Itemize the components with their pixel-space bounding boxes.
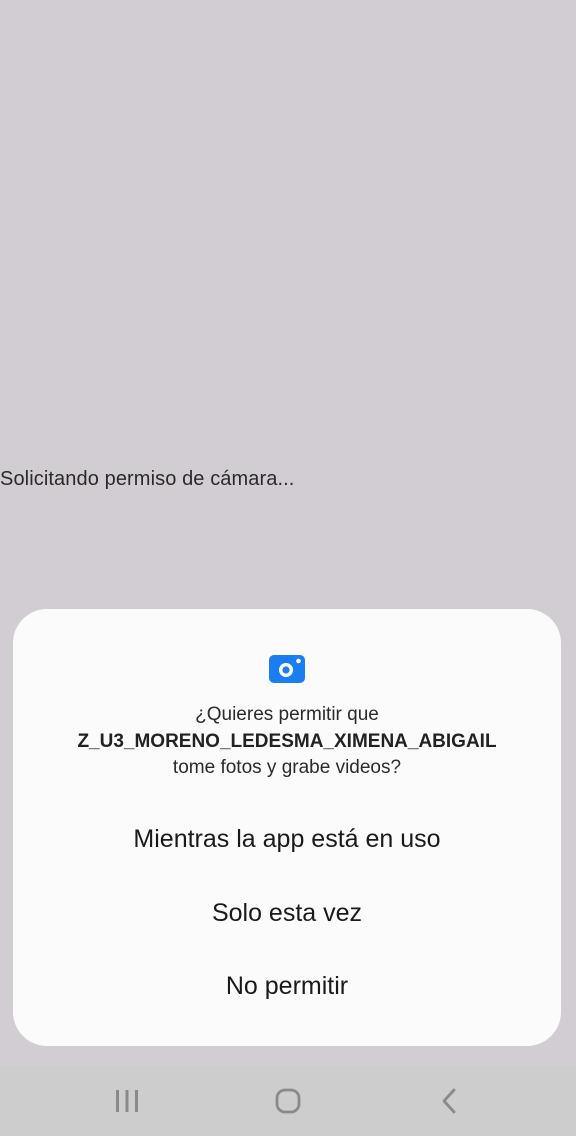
permission-prompt: ¿Quieres permitir que Z_U3_MORENO_LEDESM… (13, 702, 561, 782)
camera-icon (269, 655, 305, 683)
back-icon[interactable] (434, 1086, 466, 1116)
prompt-question: ¿Quieres permitir que (195, 704, 379, 725)
deny-button[interactable]: No permitir (13, 972, 561, 1001)
permission-dialog: ¿Quieres permitir que Z_U3_MORENO_LEDESM… (13, 609, 561, 1046)
allow-while-using-button[interactable]: Mientras la app está en uso (13, 825, 561, 854)
prompt-permission: tome fotos y grabe videos? (172, 757, 402, 778)
home-icon[interactable] (272, 1086, 304, 1116)
status-message: Solicitando permiso de cámara... (0, 468, 295, 490)
navigation-bar (0, 1066, 576, 1136)
app-name: Z_U3_MORENO_LEDESMA_XIMENA_ABIGAIL (77, 730, 497, 752)
allow-once-button[interactable]: Solo esta vez (13, 899, 561, 928)
recents-icon[interactable] (111, 1086, 143, 1116)
